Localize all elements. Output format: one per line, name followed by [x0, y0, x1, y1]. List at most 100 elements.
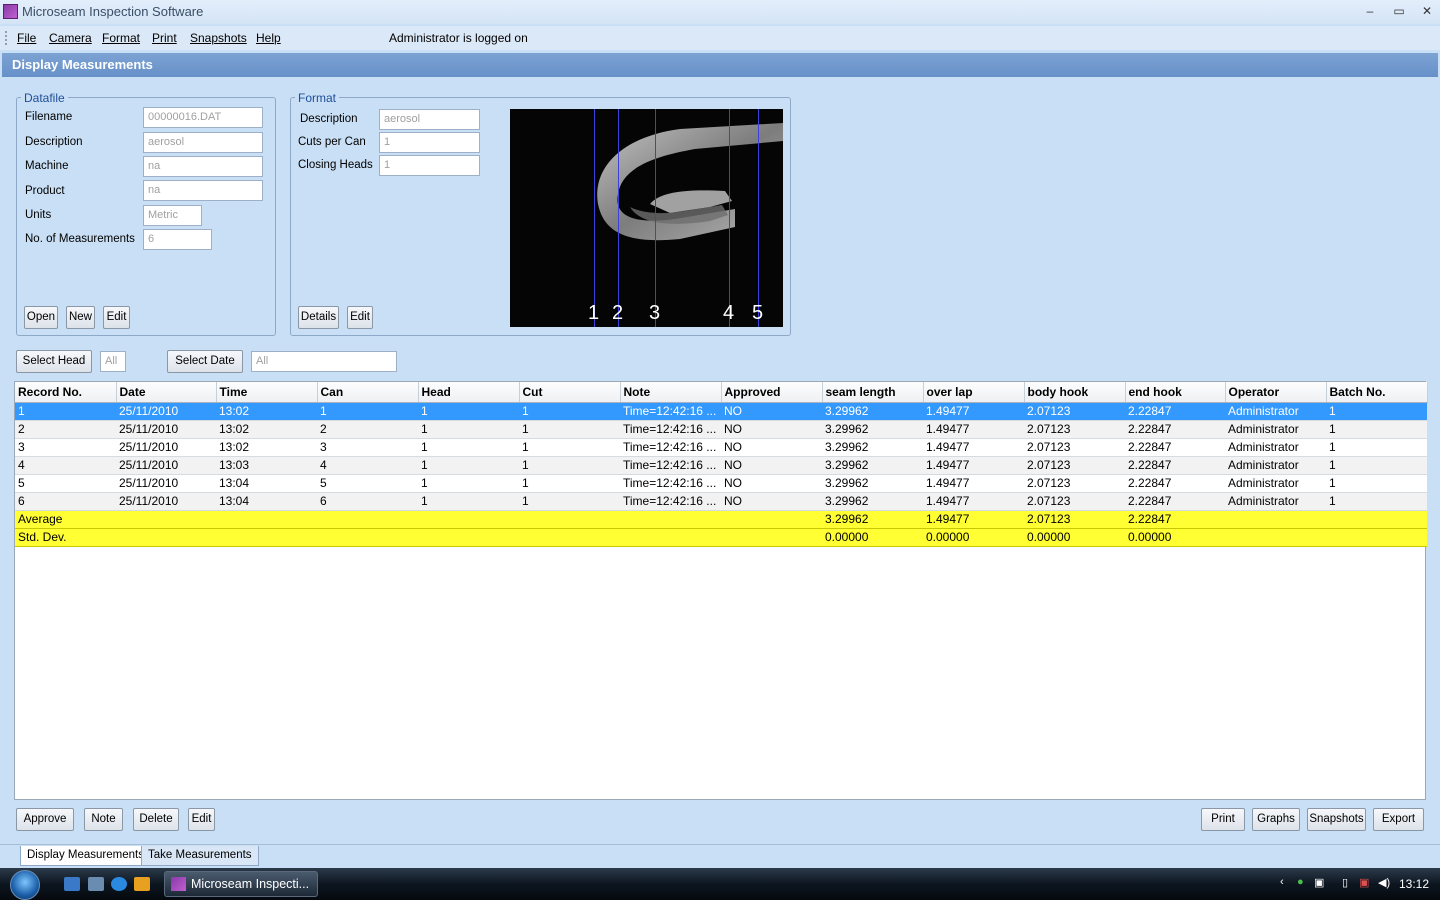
menu-snapshots[interactable]: Snapshots	[190, 31, 247, 45]
menu-format[interactable]: Format	[102, 31, 140, 45]
media-player-icon[interactable]	[134, 877, 150, 891]
tab-take-measurements[interactable]: Take Measurements	[141, 846, 259, 866]
internet-explorer-icon[interactable]	[111, 877, 127, 891]
table-cell: 13:02	[216, 438, 317, 457]
close-button[interactable]: ✕	[1414, 2, 1440, 20]
filename-field[interactable]: 00000016.DAT	[143, 107, 263, 128]
description-field[interactable]: aerosol	[143, 132, 263, 153]
datafile-edit-button[interactable]: Edit	[103, 306, 130, 329]
menu-help[interactable]: Help	[256, 31, 281, 45]
machine-label: Machine	[25, 160, 69, 172]
column-header[interactable]: seam length	[822, 382, 924, 403]
date-filter-field[interactable]: All	[251, 351, 397, 372]
summary-cell	[721, 510, 822, 529]
table-cell: 25/11/2010	[116, 474, 216, 493]
minimize-button[interactable]: –	[1357, 2, 1383, 20]
maximize-button[interactable]: ▭	[1386, 2, 1412, 20]
summary-cell: 3.29962	[822, 510, 923, 529]
print-button[interactable]: Print	[1201, 808, 1245, 831]
column-header[interactable]: Approved	[721, 382, 823, 403]
table-row[interactable]: 5 25/11/2010 13:04 5 1 1 Time=12:42:16 ... NO 3.…	[15, 474, 1427, 493]
security-icon[interactable]: ▣	[1359, 876, 1369, 889]
table-row[interactable]: 6 25/11/2010 13:04 6 1 1 Time=12:42:16 ... NO 3.…	[15, 492, 1427, 511]
taskbar-app-button[interactable]: Microseam Inspecti...	[164, 871, 318, 897]
measurements-count-field[interactable]: 6	[143, 229, 212, 250]
menu-print[interactable]: Print	[152, 31, 177, 45]
summary-cell: 0.00000	[923, 528, 1024, 547]
cuts-per-can-field[interactable]: 1	[379, 132, 480, 153]
volume-icon[interactable]: ◀)	[1378, 876, 1390, 889]
closing-heads-field[interactable]: 1	[379, 155, 480, 176]
column-header[interactable]: Note	[620, 382, 722, 403]
table-row[interactable]: 2 25/11/2010 13:02 2 1 1 Time=12:42:16 ... NO 3.…	[15, 420, 1427, 439]
format-description-field[interactable]: aerosol	[379, 109, 480, 130]
details-button[interactable]: Details	[298, 306, 339, 329]
note-button[interactable]: Note	[84, 808, 123, 831]
table-cell: 25/11/2010	[116, 492, 216, 511]
column-header[interactable]: end hook	[1125, 382, 1226, 403]
table-cell: 25/11/2010	[116, 402, 216, 421]
table-cell: 1.49477	[923, 438, 1024, 457]
machine-field[interactable]: na	[143, 156, 263, 177]
menu-camera[interactable]: Camera	[49, 31, 92, 45]
table-cell: NO	[721, 402, 822, 421]
table-cell: 13:02	[216, 420, 317, 439]
start-button-icon[interactable]	[10, 870, 40, 900]
table-cell: 1	[1326, 456, 1427, 475]
table-row[interactable]: 4 25/11/2010 13:03 4 1 1 Time=12:42:16 ... NO 3.…	[15, 456, 1427, 475]
menu-grip-icon	[5, 31, 8, 45]
table-cell: 2.07123	[1024, 492, 1125, 511]
table-cell: 1	[418, 402, 519, 421]
product-field[interactable]: na	[143, 180, 263, 201]
tab-display-measurements[interactable]: Display Measurements	[20, 846, 151, 866]
row-edit-button[interactable]: Edit	[188, 808, 215, 831]
battery-icon[interactable]: ▯	[1342, 876, 1348, 889]
column-header[interactable]: Time	[216, 382, 318, 403]
column-header[interactable]: over lap	[923, 382, 1025, 403]
column-header[interactable]: Batch No.	[1326, 382, 1428, 403]
summary-cell	[519, 510, 620, 529]
column-header[interactable]: Date	[116, 382, 217, 403]
measurements-table[interactable]: Record No. Date Time Can Head Cut Note Approved…	[14, 381, 1428, 800]
table-cell: 1	[519, 456, 620, 475]
column-header[interactable]: Can	[317, 382, 419, 403]
export-button[interactable]: Export	[1373, 808, 1424, 831]
head-filter-field[interactable]: All	[100, 351, 126, 372]
new-button[interactable]: New	[66, 306, 95, 329]
tray-expand-icon[interactable]: ‹	[1280, 876, 1284, 888]
summary-cell	[1326, 510, 1427, 529]
table-cell: 1	[519, 474, 620, 493]
open-button[interactable]: Open	[24, 306, 58, 329]
column-header[interactable]: Cut	[519, 382, 621, 403]
app-icon	[3, 4, 18, 19]
table-row[interactable]: 3 25/11/2010 13:02 3 1 1 Time=12:42:16 ... NO 3.…	[15, 438, 1427, 457]
column-header[interactable]: body hook	[1024, 382, 1126, 403]
menu-file[interactable]: File	[17, 31, 36, 45]
table-cell: 1.49477	[923, 420, 1024, 439]
column-header[interactable]: Operator	[1225, 382, 1327, 403]
table-cell: 2.07123	[1024, 456, 1125, 475]
select-head-button[interactable]: Select Head	[16, 350, 92, 373]
table-cell: 2.22847	[1125, 474, 1225, 493]
measure-line-1	[594, 109, 595, 327]
column-header[interactable]: Record No.	[15, 382, 117, 403]
column-header[interactable]: Head	[418, 382, 520, 403]
table-cell: 25/11/2010	[116, 438, 216, 457]
table-cell: 1	[418, 456, 519, 475]
snapshots-button[interactable]: Snapshots	[1307, 808, 1366, 831]
table-row[interactable]: 1 25/11/2010 13:02 1 1 1 Time=12:42:16 ... NO 3.…	[15, 402, 1427, 421]
table-cell: Administrator	[1225, 492, 1326, 511]
units-field[interactable]: Metric	[143, 205, 202, 226]
table-cell: 25/11/2010	[116, 456, 216, 475]
show-desktop-icon[interactable]	[64, 877, 80, 891]
summary-cell: Std. Dev.	[15, 528, 116, 547]
explorer-icon[interactable]	[88, 877, 104, 891]
network-icon[interactable]: ●	[1297, 876, 1304, 888]
format-edit-button[interactable]: Edit	[347, 306, 373, 329]
select-date-button[interactable]: Select Date	[167, 350, 243, 373]
approve-button[interactable]: Approve	[16, 808, 74, 831]
graphs-button[interactable]: Graphs	[1252, 808, 1300, 831]
device-icon[interactable]: ▣	[1314, 876, 1324, 889]
table-cell: 3.29962	[822, 456, 923, 475]
delete-button[interactable]: Delete	[133, 808, 179, 831]
